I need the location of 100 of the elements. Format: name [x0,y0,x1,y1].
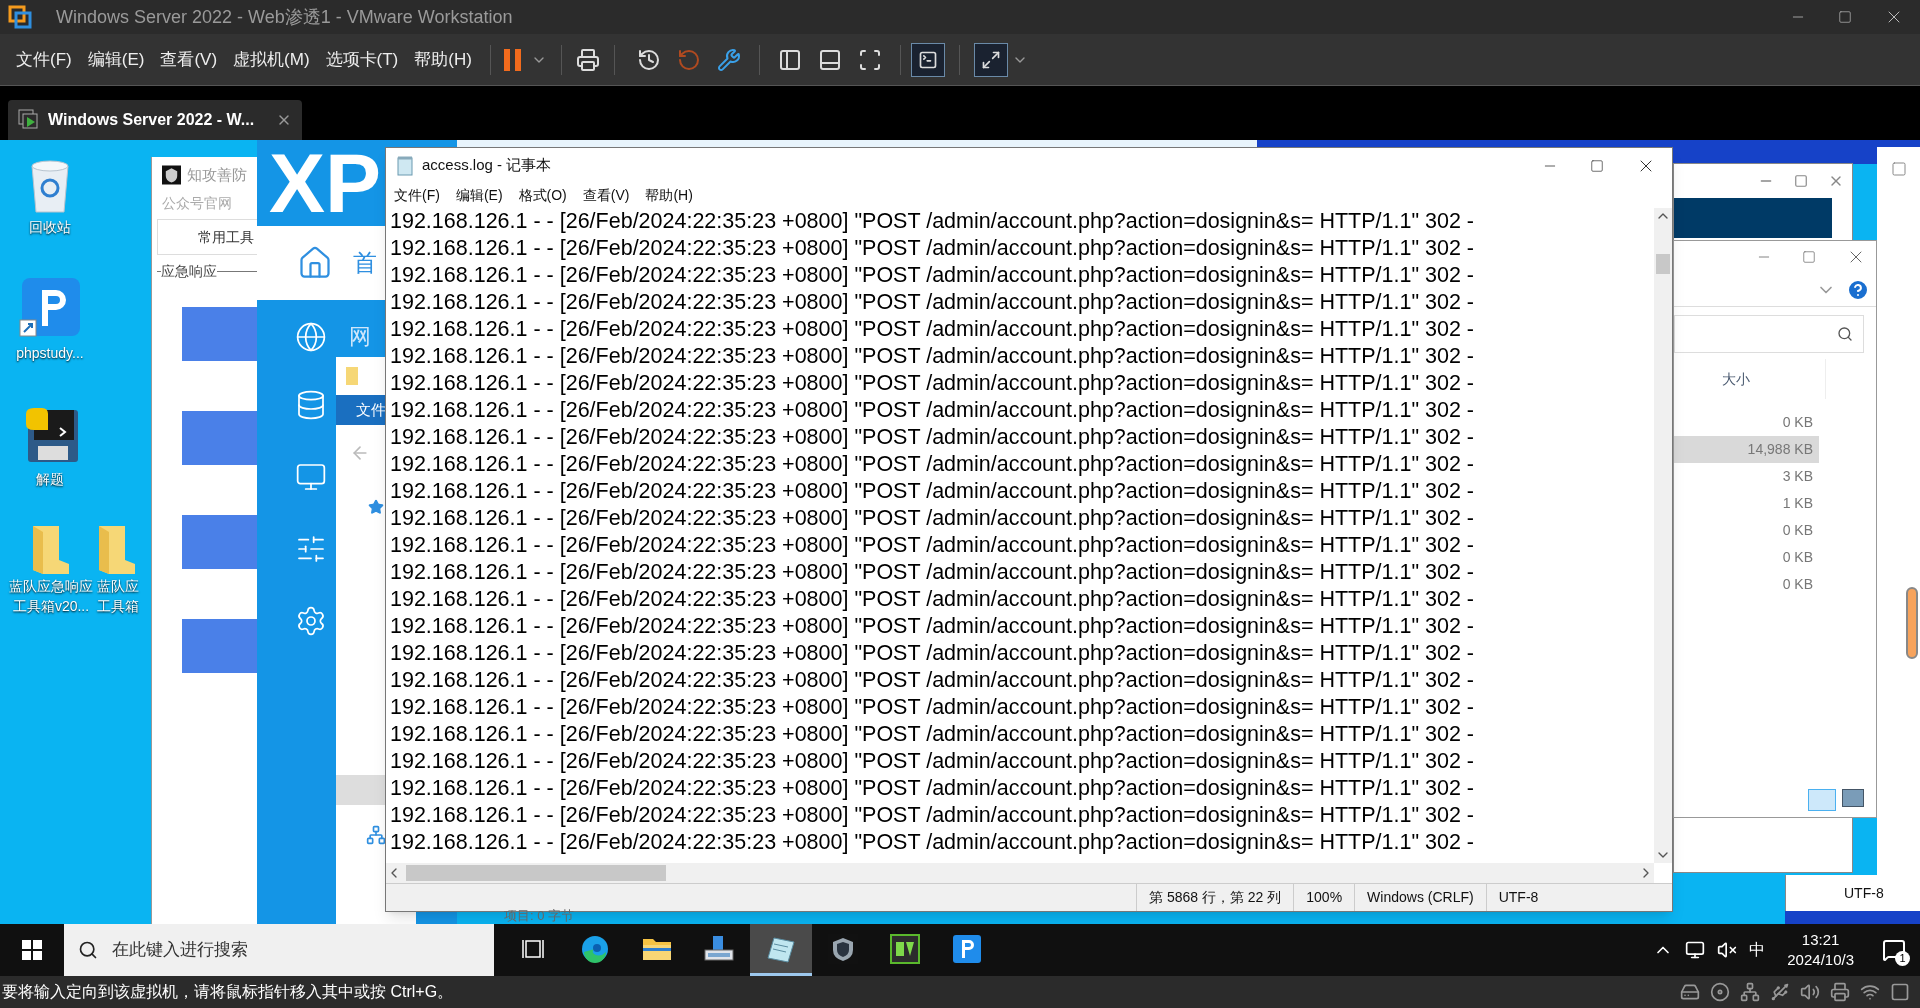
status-text: 项目: 0 字节 [504,907,575,925]
star-icon[interactable] [368,499,384,515]
log-line: 192.168.126.1 - - [26/Feb/2024:22:35:23 +0800] "POST /admin/account.php?action=dosignin&s= HTTP/1.1" 302 - [390,343,1476,370]
network-adapter-icon[interactable] [1740,982,1760,1002]
log-line: 192.168.126.1 - - [26/Feb/2024:22:35:23 +0800] "POST /admin/account.php?action=dosignin&s= HTTP/1.1" 302 - [390,478,1476,505]
globe-icon[interactable] [295,320,327,353]
checkbox-icon[interactable] [1890,161,1907,177]
monitor-icon[interactable] [295,461,327,493]
file-size: 0 KB [1781,413,1814,432]
usb-icon[interactable] [1770,982,1790,1002]
app-title: 知攻善防 [187,164,247,185]
snapshot-icon[interactable] [636,47,661,72]
volume-muted-icon[interactable] [1717,940,1738,960]
log-line: 192.168.126.1 - - [26/Feb/2024:22:35:23 +0800] "POST /admin/account.php?action=dosignin&s= HTTP/1.1" 302 - [390,667,1476,694]
taskbar-app[interactable] [750,924,812,976]
scroll-thumb[interactable] [1656,254,1670,274]
home-icon[interactable] [297,245,333,281]
browser-icon[interactable] [580,933,610,964]
menu-item[interactable]: 查看(V) [152,46,226,73]
menu-item[interactable]: 虚拟机(M) [225,46,318,73]
full-screen-icon[interactable] [857,47,882,72]
menu-item[interactable]: 文件(F) [394,185,440,206]
menu-item[interactable]: 格式(O) [518,185,567,206]
log-line: 192.168.126.1 - - [26/Feb/2024:22:35:23 +0800] "POST /admin/account.php?action=dosignin&s= HTTP/1.1" 302 - [390,289,1476,316]
snapshot-manager-icon[interactable] [716,47,741,72]
settings-icon[interactable] [295,605,327,637]
status-text: UTF-8 [1485,884,1551,911]
status-message: 要将输入定向到该虚拟机，请将鼠标指针移入其中或按 Ctrl+G。 [2,982,454,1002]
menu-item[interactable]: 帮助(H) [645,185,693,206]
library-icon[interactable] [777,47,802,72]
app-icon[interactable] [890,933,920,964]
task-view-icon[interactable] [522,937,544,960]
log-line: 192.168.126.1 - - [26/Feb/2024:22:35:23 +0800] "POST /admin/account.php?action=dosignin&s= HTTP/1.1" 302 - [390,451,1476,478]
file-size: 3 KB [1781,467,1814,486]
network-icon[interactable] [1685,940,1706,960]
logo: XP [269,141,382,225]
printer-icon[interactable] [1830,982,1850,1002]
horizontal-scrollbar[interactable] [386,863,1654,883]
log-line: 192.168.126.1 - - [26/Feb/2024:22:35:23 +0800] "POST /admin/account.php?action=dosignin&s= HTTP/1.1" 302 - [390,559,1476,586]
log-line: 192.168.126.1 - - [26/Feb/2024:22:35:23 +0800] "POST /admin/account.php?action=dosignin&s= HTTP/1.1" 302 - [390,505,1476,532]
stretch-button[interactable] [973,42,1008,77]
ime-indicator[interactable]: 中 [1749,938,1766,962]
console-button[interactable] [910,42,945,77]
database-icon[interactable] [295,389,327,421]
notepad-icon [396,155,414,176]
server-manager-icon[interactable] [703,933,735,964]
vm-tab[interactable]: Windows Server 2022 - W... [8,100,302,140]
log-line: 192.168.126.1 - - [26/Feb/2024:22:35:23 +0800] "POST /admin/account.php?action=dosignin&s= HTTP/1.1" 302 - [390,829,1476,856]
wireless-icon[interactable] [1860,982,1880,1002]
log-line: 192.168.126.1 - - [26/Feb/2024:22:35:23 +0800] "POST /admin/account.php?action=dosignin&s= HTTP/1.1" 302 - [390,721,1476,748]
log-line: 192.168.126.1 - - [26/Feb/2024:22:35:23 +0800] "POST /admin/account.php?action=dosignin&s= HTTP/1.1" 302 - [390,586,1476,613]
display-icon[interactable] [1890,982,1910,1002]
maximize-icon[interactable] [1838,10,1852,24]
notification-count: 1 [1895,951,1910,966]
log-line: 192.168.126.1 - - [26/Feb/2024:22:35:23 +0800] "POST /admin/account.php?action=dosignin&s= HTTP/1.1" 302 - [390,532,1476,559]
file-size: 14,988 KB [1674,436,1819,463]
sliders-icon[interactable] [295,533,327,565]
vm-icon [18,109,40,131]
search-field[interactable]: 在此键入进行搜索 [64,924,494,976]
p-app-icon[interactable] [952,933,982,964]
windows-start-icon[interactable] [22,940,42,960]
vertical-scrollbar[interactable] [1654,208,1672,863]
encoding-label: UTF-8 [1844,883,1884,903]
menu-item[interactable]: 查看(V) [582,185,630,206]
file-size: 0 KB [1781,575,1814,594]
log-line: 192.168.126.1 - - [26/Feb/2024:22:35:23 +0800] "POST /admin/account.php?action=dosignin&s= HTTP/1.1" 302 - [390,316,1476,343]
maximize-icon[interactable] [1590,158,1604,173]
cd-icon[interactable] [1710,982,1730,1002]
maximize-icon[interactable] [1794,174,1808,188]
status-text: 100% [1293,884,1355,911]
search-field[interactable] [1674,315,1864,353]
menu-item[interactable]: 选项卡(T) [317,46,407,73]
search-icon [1837,326,1853,342]
log-line: 192.168.126.1 - - [26/Feb/2024:22:35:23 +0800] "POST /admin/account.php?action=dosignin&s= HTTP/1.1" 302 - [390,775,1476,802]
menu-item[interactable]: 帮助(H) [406,46,480,73]
log-line: 192.168.126.1 - - [26/Feb/2024:22:35:23 +0800] "POST /admin/account.php?action=dosignin&s= HTTP/1.1" 302 - [390,235,1476,262]
sound-icon[interactable] [1800,982,1820,1002]
folder-icon [346,367,358,385]
clock[interactable]: 13:21 2024/10/3 [1777,930,1864,970]
menu-item[interactable]: 编辑(E) [455,185,503,206]
log-line: 192.168.126.1 - - [26/Feb/2024:22:35:23 +0800] "POST /admin/account.php?action=dosignin&s= HTTP/1.1" 302 - [390,694,1476,721]
log-line: 192.168.126.1 - - [26/Feb/2024:22:35:23 +0800] "POST /admin/account.php?action=dosignin&s= HTTP/1.1" 302 - [390,802,1476,829]
status-text: Windows (CRLF) [1354,884,1486,911]
window-title: access.log - 记事本 [422,155,552,176]
terminal-icon [917,49,938,70]
file-size: 0 KB [1781,548,1814,567]
window-title: Windows Server 2022 - Web渗透1 - VMware Workstation [56,5,513,29]
thumbnail-icon[interactable] [817,47,842,72]
log-line: 192.168.126.1 - - [26/Feb/2024:22:35:23 +0800] "POST /admin/account.php?action=dosignin&s= HTTP/1.1" 302 - [390,370,1476,397]
notification-icon[interactable] [1882,938,1906,962]
log-line: 192.168.126.1 - - [26/Feb/2024:22:35:23 +0800] "POST /admin/account.php?action=dosignin&s= HTTP/1.1" 302 - [390,424,1476,451]
log-line: 192.168.126.1 - - [26/Feb/2024:22:35:23 +0800] "POST /admin/account.php?action=dosignin&s= HTTP/1.1" 302 - [390,748,1476,775]
file-size: 0 KB [1781,521,1814,540]
column-header[interactable]: 大小 [1722,368,1750,390]
scroll-thumb[interactable] [406,865,666,881]
thumbnail-view-button[interactable] [1842,789,1864,807]
menu-item[interactable]: 文件(F) [8,46,80,73]
group-label: 应急响应 [161,262,217,281]
menu-item[interactable]: 编辑(E) [79,46,153,73]
scrollbar[interactable] [1905,587,1918,659]
